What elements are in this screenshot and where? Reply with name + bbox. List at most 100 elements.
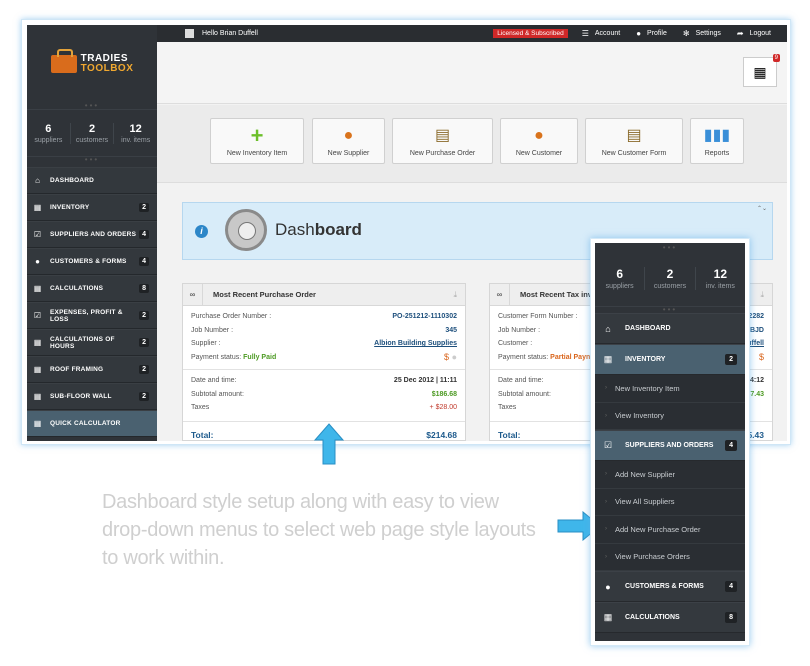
date-row: Date and time: 25 Dec 2012 | 11:11: [191, 377, 457, 385]
brand-logo[interactable]: TRADIES TOOLBOX: [27, 25, 157, 103]
home-icon: ⌂: [35, 176, 40, 185]
sidebar-item-hours[interactable]: ▦ CALCULATIONS OF HOURS 2: [27, 329, 157, 356]
subtotal-row: Subtotal amount: $186.68: [191, 390, 457, 398]
account-link[interactable]: ☰ Account: [582, 29, 620, 38]
profile-link[interactable]: ● Profile: [636, 29, 667, 38]
header-area: ▦ 9: [157, 42, 787, 104]
sidebar-item-customers[interactable]: ● CUSTOMERS & FORMS 4: [595, 571, 745, 602]
avatar: [185, 29, 194, 38]
count-badge: 8: [725, 612, 737, 623]
quick-actions: + New Inventory Item ● New Supplier ▤ New P…: [157, 105, 787, 183]
new-customer-button[interactable]: ● New Customer: [500, 118, 578, 164]
clipboard-icon: ▤: [434, 127, 451, 144]
logout-link[interactable]: ➦ Logout: [737, 29, 771, 38]
sidebar-item-inventory[interactable]: ▦ INVENTORY 2: [595, 344, 745, 375]
calculator-button[interactable]: ▦ 9: [743, 54, 780, 87]
status-dot-icon: ●: [451, 352, 457, 363]
sidebar: TRADIES TOOLBOX ••• 6 suppliers 2 customer…: [27, 25, 157, 441]
grid-icon: ▦: [33, 365, 42, 374]
stat-customers[interactable]: 2 customers: [71, 122, 115, 144]
grid-icon: ▦: [33, 338, 42, 347]
grid-icon: ▦: [33, 284, 42, 293]
new-inventory-item-button[interactable]: + New Inventory Item: [210, 118, 304, 164]
submenu-view-all-suppliers[interactable]: › View All Suppliers: [595, 488, 745, 516]
count-badge: 4: [725, 440, 737, 451]
stat-customers[interactable]: 2 customers: [645, 267, 696, 290]
reports-button[interactable]: ▮▮▮ Reports: [690, 118, 744, 164]
grid-icon: ▦: [33, 392, 42, 401]
clipboard-icon: ▤: [626, 127, 642, 144]
grid-icon: ▦: [603, 612, 613, 622]
top-bar: Hello Brian Duffell Licensed & Subscribe…: [157, 25, 787, 42]
count-badge: 8: [139, 284, 149, 293]
stat-inventory[interactable]: 12 inv. items: [114, 123, 157, 144]
count-badge: 2: [139, 203, 149, 212]
building-icon: ▦: [603, 354, 613, 364]
sidebar-item-expenses[interactable]: ☑ EXPENSES, PROFIT & LOSS 2: [27, 302, 157, 329]
supplier-link[interactable]: Albion Building Supplies: [374, 340, 457, 347]
sidebar-item-quick-calculator[interactable]: ▦ QUICK CALCULATOR: [27, 410, 157, 437]
sidebar-item-suppliers[interactable]: ☑ SUPPLIERS AND ORDERS 4: [27, 221, 157, 248]
plus-icon: +: [250, 123, 264, 148]
user-icon: ●: [35, 257, 40, 266]
sidebar-item-calculations[interactable]: ▦ CALCULATIONS 8: [595, 602, 745, 633]
sidebar-menu: ⌂ DASHBOARD ▦ INVENTORY 2 ☑ SUPPLIERS AND OR…: [27, 167, 157, 437]
submenu-view-inventory[interactable]: › View Inventory: [595, 402, 745, 430]
edit-icon: ☑: [33, 230, 42, 239]
new-purchase-order-button[interactable]: ▤ New Purchase Order: [392, 118, 493, 164]
calculator-icon: ▦: [753, 64, 767, 80]
count-badge: 2: [725, 354, 737, 365]
divider-dots: •••: [662, 243, 678, 252]
license-badge: Licensed & Subscribed: [493, 29, 568, 38]
count-badge: 2: [139, 365, 149, 374]
status-badge: Fully Paid: [243, 353, 277, 361]
sidebar-item-inventory[interactable]: ▦ INVENTORY 2: [27, 194, 157, 221]
submenu-new-inventory-item[interactable]: › New Inventory Item: [595, 375, 745, 403]
bar-chart-icon: ▮▮▮: [703, 127, 731, 144]
sidebar-item-dashboard[interactable]: ⌂ DASHBOARD: [27, 167, 157, 194]
stats-bar: 6 suppliers 2 customers 12 inv. items: [595, 251, 745, 307]
building-icon: ▦: [33, 203, 42, 212]
payment-status-row: Payment status: Fully Paid $ ●: [191, 352, 457, 363]
link-icon: ∞: [183, 283, 203, 306]
stat-suppliers[interactable]: 6 suppliers: [27, 122, 71, 144]
user-icon: ●: [636, 29, 642, 38]
sidebar-item-roof-framing[interactable]: ▦ ROOF FRAMING 2: [27, 356, 157, 383]
up-arrow-pointer: [314, 423, 344, 465]
stats-bar: 6 suppliers 2 customers 12 inv. items: [27, 109, 157, 157]
edit-icon: ☑: [33, 311, 42, 320]
sidebar-item-customers[interactable]: ● CUSTOMERS & FORMS 4: [27, 248, 157, 275]
toolbox-icon: [50, 49, 77, 73]
collapse-chevron-icon[interactable]: ⌃⌄: [757, 205, 767, 212]
download-icon[interactable]: ⤓: [453, 290, 457, 300]
sidebar-item-calculations[interactable]: ▦ CALCULATIONS 8: [27, 275, 157, 302]
sidebar-item-suppliers[interactable]: ☑ SUPPLIERS AND ORDERS 4: [595, 430, 745, 461]
notification-badge: 9: [772, 54, 780, 62]
user-greeting[interactable]: Hello Brian Duffell: [185, 29, 258, 38]
supplier-row: Supplier : Albion Building Supplies: [191, 340, 457, 348]
new-supplier-button[interactable]: ● New Supplier: [312, 118, 385, 164]
user-icon: ●: [605, 581, 611, 592]
count-badge: 2: [139, 338, 149, 347]
count-badge: 2: [139, 392, 149, 401]
submenu-view-purchase-orders[interactable]: › View Purchase Orders: [595, 543, 745, 571]
count-badge: 4: [139, 230, 149, 239]
dashboard-clock-icon: [225, 209, 267, 251]
download-icon[interactable]: ⤓: [760, 290, 764, 300]
link-icon: ∞: [490, 283, 510, 306]
count-badge: 2: [139, 311, 149, 320]
new-customer-form-button[interactable]: ▤ New Customer Form: [585, 118, 683, 164]
submenu-add-new-purchase-order[interactable]: › Add New Purchase Order: [595, 516, 745, 544]
sidebar-item-dashboard[interactable]: ⌂ DASHBOARD: [595, 313, 745, 344]
caption-text: Dashboard style setup along with easy to…: [102, 491, 536, 569]
submenu-add-new-supplier[interactable]: › Add New Supplier: [595, 461, 745, 489]
settings-link[interactable]: ✻ Settings: [683, 29, 721, 38]
job-number-row: Job Number :345: [191, 326, 457, 334]
stat-suppliers[interactable]: 6 suppliers: [595, 267, 646, 290]
stat-inventory[interactable]: 12 inv. items: [696, 267, 745, 290]
sidebar-item-sub-floor[interactable]: ▦ SUB-FLOOR WALL 2: [27, 383, 157, 410]
panel-title: Most Recent Tax invo: [520, 290, 597, 299]
count-badge: 4: [139, 257, 149, 266]
brand-line2: TOOLBOX: [80, 63, 134, 74]
logout-arrow-icon: ➦: [736, 29, 744, 38]
